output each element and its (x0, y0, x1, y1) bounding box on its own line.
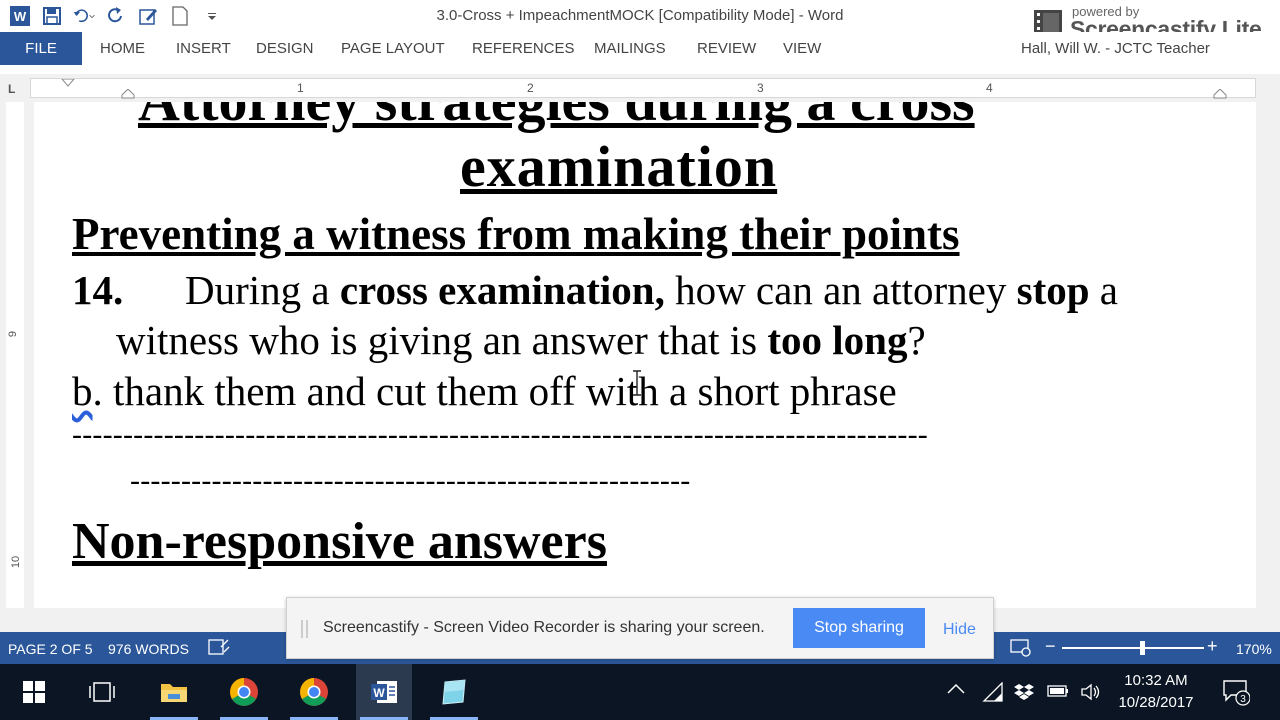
question-text: how can an attorney (664, 267, 1017, 313)
tab-page-layout[interactable]: PAGE LAYOUT (341, 40, 445, 57)
question-line-2: witness who is giving an answer that is … (116, 320, 926, 361)
zoom-out-icon[interactable]: − (1045, 636, 1056, 657)
ruler-number: 1 (297, 81, 304, 95)
file-explorer-button[interactable] (146, 664, 202, 720)
heading-examination: examination (460, 134, 778, 199)
ruler-row: L 1 2 3 4 (0, 74, 1280, 102)
tab-selector-icon[interactable]: L (8, 82, 15, 96)
chrome-button[interactable] (216, 664, 272, 720)
tab-mailings[interactable]: MAILINGS (594, 40, 666, 57)
title-bar: W 3.0-Cross + ImpeachmentMOCK [Compatibi… (0, 0, 1280, 42)
page-count[interactable]: PAGE 2 OF 5 (8, 641, 93, 657)
tab-insert[interactable]: INSERT (176, 40, 231, 57)
question-bold-text: cross examination, (339, 267, 665, 313)
notification-count: 3 (1240, 694, 1246, 705)
vertical-ruler[interactable]: 9 10 (6, 102, 24, 608)
document-page[interactable]: Attorney strategies during a cross exami… (34, 102, 1256, 608)
heading-non-responsive: Non-responsive answers (72, 513, 607, 570)
spelling-flag[interactable]: b (72, 368, 93, 414)
focus-mode-icon[interactable] (1010, 638, 1032, 661)
clock-date[interactable]: 10/28/2017 (1108, 694, 1204, 711)
subheading-preventing: Preventing a witness from making their p… (72, 209, 960, 259)
chrome-button-2[interactable] (286, 664, 342, 720)
tab-references[interactable]: REFERENCES (472, 40, 575, 57)
tab-review[interactable]: REVIEW (697, 40, 756, 57)
volume-icon[interactable] (1080, 682, 1102, 707)
chrome-icon (300, 678, 328, 706)
taskbar: W 10:32 AM 10/28/2017 3 (0, 664, 1280, 720)
question-text: ? (907, 317, 926, 363)
task-view-button[interactable] (74, 664, 130, 720)
ruler-number: 4 (986, 81, 993, 95)
tab-file[interactable]: FILE (0, 32, 82, 65)
vertical-ruler-number: 10 (10, 555, 23, 569)
vertical-ruler-number: 9 (7, 330, 20, 338)
drag-handle-icon[interactable] (301, 620, 309, 638)
question-bold-text: stop (1016, 267, 1090, 313)
dashed-separator: ----------------------------------------… (72, 418, 928, 451)
wifi-icon[interactable] (982, 681, 1004, 707)
user-account[interactable]: Hall, Will W. - JCTC Teacher (1021, 40, 1210, 57)
question-bold-text: too long (767, 317, 908, 363)
svg-text:W: W (373, 686, 385, 700)
app-icon (442, 679, 466, 705)
windows-icon (23, 681, 45, 703)
zoom-in-icon[interactable]: + (1207, 636, 1218, 657)
show-hidden-icons[interactable] (946, 682, 966, 701)
screen-share-bar: Screencastify - Screen Video Recorder is… (286, 597, 994, 659)
answer-text: . thank them and cut them off with a sho… (92, 368, 897, 414)
folder-icon (161, 684, 187, 702)
question-line-1: 14. During a cross examination, how can a… (72, 270, 1118, 311)
battery-icon[interactable] (1046, 682, 1070, 705)
answer-line: b. thank them and cut them off with a sh… (72, 371, 897, 412)
question-text: a (1089, 267, 1118, 313)
task-view-icon (89, 682, 115, 702)
question-number: 14. (72, 267, 124, 313)
hide-link[interactable]: Hide (943, 621, 976, 639)
word-taskbar-button[interactable]: W (356, 664, 412, 720)
zoom-level[interactable]: 170% (1236, 641, 1272, 657)
right-indent-marker[interactable] (1213, 89, 1227, 99)
question-text: During a (185, 267, 340, 313)
tab-home[interactable]: HOME (100, 40, 145, 57)
dropbox-icon[interactable] (1014, 682, 1034, 707)
start-button[interactable] (6, 664, 62, 720)
zoom-slider[interactable] (1062, 647, 1204, 649)
clock-time[interactable]: 10:32 AM (1108, 672, 1204, 689)
zoom-slider-thumb[interactable] (1140, 641, 1145, 655)
tab-view[interactable]: VIEW (783, 40, 821, 57)
share-message: Screencastify - Screen Video Recorder is… (323, 619, 765, 636)
horizontal-ruler[interactable]: 1 2 3 4 (30, 78, 1256, 99)
proofing-icon[interactable] (208, 638, 230, 659)
first-line-indent-marker[interactable] (61, 79, 75, 87)
tab-design[interactable]: DESIGN (256, 40, 314, 57)
chrome-icon (230, 678, 258, 706)
dashed-separator: ----------------------------------------… (130, 464, 691, 497)
stop-sharing-button[interactable]: Stop sharing (793, 608, 925, 648)
ruler-number: 2 (527, 81, 534, 95)
question-text: witness who is giving an answer that is (116, 317, 768, 363)
word-count[interactable]: 976 WORDS (108, 641, 189, 657)
action-center-icon[interactable]: 3 (1222, 678, 1251, 711)
ruler-number: 3 (757, 81, 764, 95)
heading-attorney-strategies: Attorney strategies during a cross (138, 102, 975, 130)
word-icon: W (371, 681, 397, 703)
app-taskbar-button[interactable] (426, 664, 482, 720)
ribbon-tabs: FILE HOME INSERT DESIGN PAGE LAYOUT REFE… (0, 32, 1280, 66)
left-indent-marker[interactable] (121, 89, 135, 99)
text-cursor-icon (633, 370, 641, 396)
